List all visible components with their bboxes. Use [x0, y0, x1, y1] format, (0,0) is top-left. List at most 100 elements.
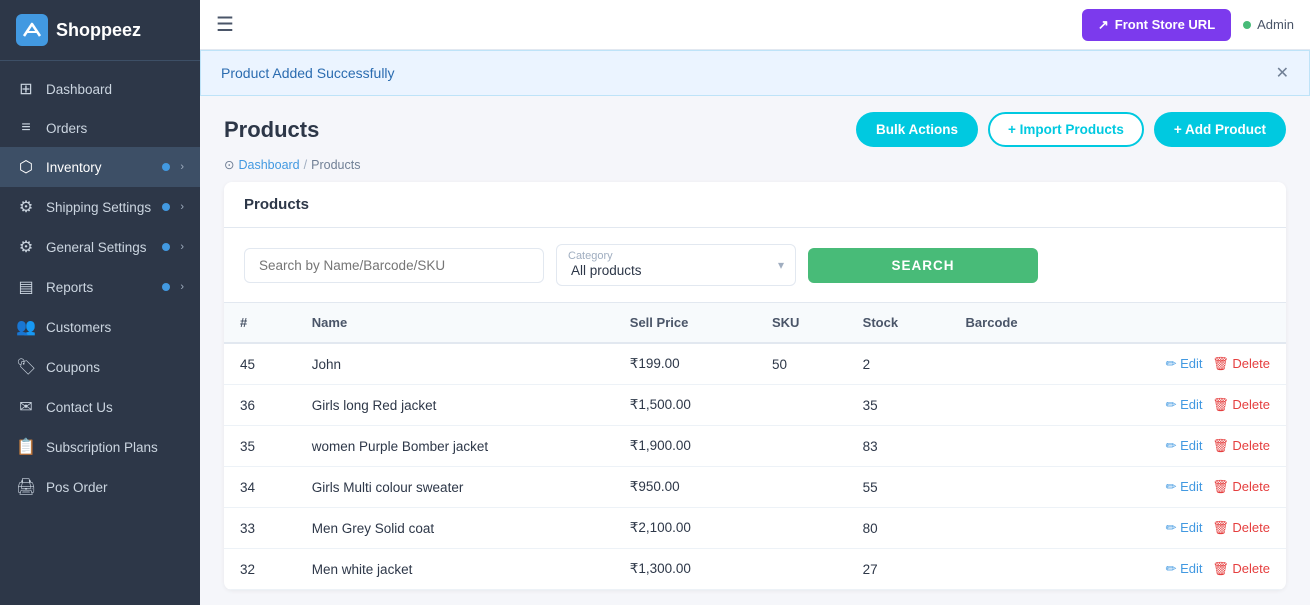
- main-content: Product Added Successfully ✕ Products Bu…: [200, 50, 1310, 605]
- cell-barcode: [950, 508, 1078, 549]
- col-sell-price: Sell Price: [614, 303, 756, 343]
- delete-button[interactable]: 🗑 Delete: [1212, 520, 1270, 536]
- cell-id: 32: [224, 549, 296, 590]
- sidebar-item-label: Reports: [46, 280, 152, 295]
- edit-button[interactable]: ✏ Edit: [1166, 479, 1203, 495]
- bulk-actions-button[interactable]: Bulk Actions: [856, 112, 978, 147]
- hamburger-button[interactable]: ☰: [216, 12, 234, 37]
- sidebar-item-label: Pos Order: [46, 480, 184, 495]
- cell-sku: [756, 426, 847, 467]
- edit-button[interactable]: ✏ Edit: [1166, 356, 1203, 372]
- edit-button[interactable]: ✏ Edit: [1166, 438, 1203, 454]
- reports-dot: [162, 283, 170, 291]
- cell-name: Men Grey Solid coat: [296, 508, 614, 549]
- cell-actions: ✏ Edit 🗑 Delete: [1078, 508, 1286, 549]
- sidebar-item-reports[interactable]: ▤ Reports ›: [0, 267, 200, 307]
- topbar-left: ☰: [216, 12, 234, 37]
- topbar: ☰ ↗ Front Store URL Admin: [200, 0, 1310, 50]
- cell-stock: 83: [847, 426, 950, 467]
- sidebar: Shoppeez ⊞ Dashboard ≡ Orders ⬡ Inventor…: [0, 0, 200, 605]
- external-link-icon: ↗: [1098, 17, 1109, 33]
- cell-barcode: [950, 467, 1078, 508]
- card-header: Products: [224, 182, 1286, 228]
- table-row: 36 Girls long Red jacket ₹1,500.00 35 ✏ …: [224, 385, 1286, 426]
- sidebar-nav: ⊞ Dashboard ≡ Orders ⬡ Inventory › ⚙ Shi…: [0, 61, 200, 605]
- delete-button[interactable]: 🗑 Delete: [1212, 438, 1270, 454]
- logo-icon: [16, 14, 48, 46]
- delete-button[interactable]: 🗑 Delete: [1212, 356, 1270, 372]
- sidebar-item-label: Subscription Plans: [46, 440, 184, 455]
- general-icon: ⚙: [16, 237, 36, 257]
- page-header: Products Bulk Actions + Import Products …: [200, 96, 1310, 155]
- table-row: 34 Girls Multi colour sweater ₹950.00 55…: [224, 467, 1286, 508]
- sidebar-item-contact[interactable]: ✉ Contact Us: [0, 387, 200, 427]
- sidebar-item-dashboard[interactable]: ⊞ Dashboard: [0, 69, 200, 109]
- dashboard-icon: ⊞: [16, 79, 36, 99]
- cell-stock: 55: [847, 467, 950, 508]
- cell-sku: [756, 508, 847, 549]
- cell-sell-price: ₹2,100.00: [614, 508, 756, 549]
- delete-button[interactable]: 🗑 Delete: [1212, 561, 1270, 577]
- front-store-label: Front Store URL: [1115, 17, 1215, 32]
- alert-close-button[interactable]: ✕: [1276, 63, 1289, 83]
- cell-name: Men white jacket: [296, 549, 614, 590]
- pos-icon: 🖨: [16, 477, 36, 497]
- table-row: 45 John ₹199.00 50 2 ✏ Edit 🗑 Delete: [224, 343, 1286, 385]
- sidebar-item-pos[interactable]: 🖨 Pos Order: [0, 467, 200, 507]
- edit-button[interactable]: ✏ Edit: [1166, 520, 1203, 536]
- breadcrumb-home-link[interactable]: Dashboard: [238, 158, 299, 172]
- sidebar-item-inventory[interactable]: ⬡ Inventory ›: [0, 147, 200, 187]
- sidebar-item-label: Customers: [46, 320, 184, 335]
- customers-icon: 👥: [16, 317, 36, 337]
- delete-button[interactable]: 🗑 Delete: [1212, 397, 1270, 413]
- edit-button[interactable]: ✏ Edit: [1166, 561, 1203, 577]
- page-title: Products: [224, 117, 319, 143]
- inventory-dot: [162, 163, 170, 171]
- category-label: Category: [568, 250, 613, 262]
- col-name: Name: [296, 303, 614, 343]
- front-store-button[interactable]: ↗ Front Store URL: [1082, 9, 1231, 41]
- cell-stock: 27: [847, 549, 950, 590]
- products-table: # Name Sell Price SKU Stock Barcode 45 J…: [224, 303, 1286, 590]
- cell-actions: ✏ Edit 🗑 Delete: [1078, 549, 1286, 590]
- delete-button[interactable]: 🗑 Delete: [1212, 479, 1270, 495]
- sidebar-item-shipping[interactable]: ⚙ Shipping Settings ›: [0, 187, 200, 227]
- sidebar-item-orders[interactable]: ≡ Orders: [0, 109, 200, 147]
- page-title-group: Products: [224, 117, 319, 143]
- shipping-dot: [162, 203, 170, 211]
- subscription-icon: 📋: [16, 437, 36, 457]
- cell-stock: 35: [847, 385, 950, 426]
- shipping-icon: ⚙: [16, 197, 36, 217]
- cell-actions: ✏ Edit 🗑 Delete: [1078, 385, 1286, 426]
- orders-icon: ≡: [16, 119, 36, 137]
- cell-sku: [756, 549, 847, 590]
- table-row: 35 women Purple Bomber jacket ₹1,900.00 …: [224, 426, 1286, 467]
- breadcrumb-current: Products: [311, 158, 360, 172]
- breadcrumb: ⊙ Dashboard / Products: [200, 155, 1310, 182]
- cell-barcode: [950, 343, 1078, 385]
- breadcrumb-separator: /: [304, 158, 307, 172]
- logo: Shoppeez: [0, 0, 200, 61]
- search-input[interactable]: [244, 248, 544, 283]
- search-button[interactable]: SEARCH: [808, 248, 1038, 283]
- general-dot: [162, 243, 170, 251]
- chevron-right-icon: ›: [180, 281, 184, 293]
- online-dot: [1243, 21, 1251, 29]
- page-actions: Bulk Actions + Import Products + Add Pro…: [856, 112, 1286, 147]
- cell-sku: [756, 467, 847, 508]
- cell-name: Girls long Red jacket: [296, 385, 614, 426]
- sidebar-item-customers[interactable]: 👥 Customers: [0, 307, 200, 347]
- add-product-button[interactable]: + Add Product: [1154, 112, 1286, 147]
- cell-sell-price: ₹950.00: [614, 467, 756, 508]
- import-products-button[interactable]: + Import Products: [988, 112, 1144, 147]
- col-sku: SKU: [756, 303, 847, 343]
- sidebar-item-label: Coupons: [46, 360, 184, 375]
- cell-sku: [756, 385, 847, 426]
- admin-label: Admin: [1257, 17, 1294, 32]
- edit-button[interactable]: ✏ Edit: [1166, 397, 1203, 413]
- cell-barcode: [950, 549, 1078, 590]
- sidebar-item-subscription[interactable]: 📋 Subscription Plans: [0, 427, 200, 467]
- sidebar-item-coupons[interactable]: 🏷 Coupons: [0, 347, 200, 387]
- products-card: Products Category All products Category …: [224, 182, 1286, 590]
- sidebar-item-general[interactable]: ⚙ General Settings ›: [0, 227, 200, 267]
